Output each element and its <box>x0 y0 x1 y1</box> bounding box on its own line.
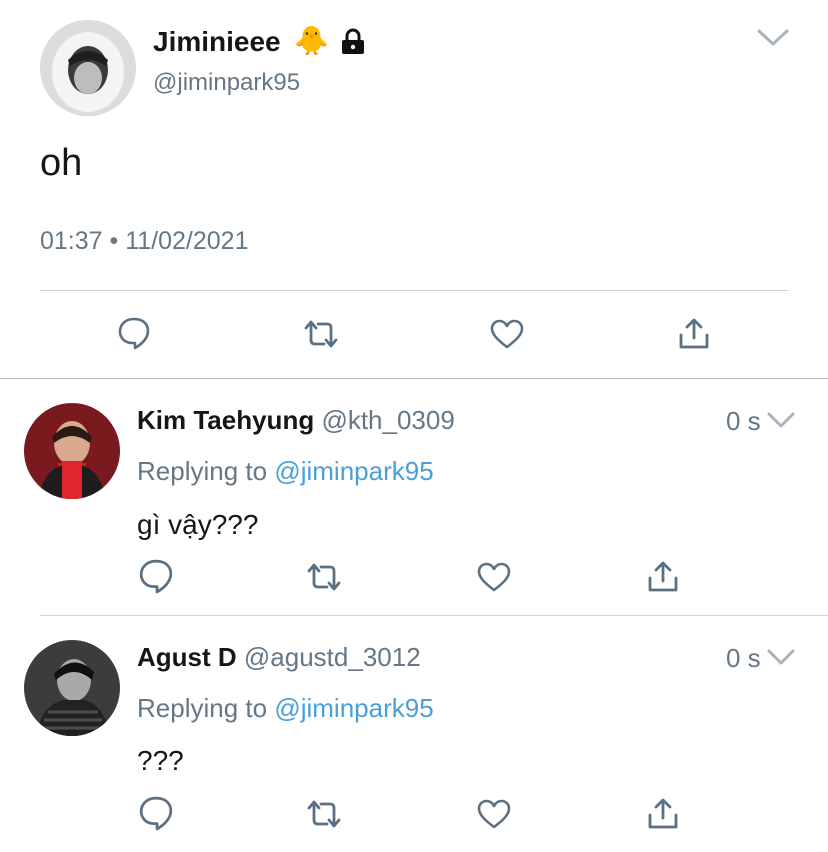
reply-display-name[interactable]: Kim Taehyung <box>137 405 314 435</box>
reply-header: Kim Taehyung @kth_0309 <box>137 405 455 435</box>
replying-to-label: Replying to <box>137 456 268 486</box>
replying-to-line: Replying to @jiminpark95 <box>137 693 434 723</box>
divider <box>40 615 828 616</box>
lock-icon <box>340 28 366 56</box>
like-icon[interactable] <box>476 798 512 830</box>
retweet-icon[interactable] <box>305 561 343 593</box>
divider <box>0 378 828 379</box>
like-icon[interactable] <box>489 318 525 350</box>
reply-time: 0 s <box>726 406 761 436</box>
like-icon[interactable] <box>476 561 512 593</box>
name-emoji: 🐥 <box>294 25 329 56</box>
reply-icon[interactable] <box>117 316 151 350</box>
reply-display-name[interactable]: Agust D <box>137 642 237 672</box>
retweet-icon[interactable] <box>305 798 343 830</box>
display-name[interactable]: Jiminieee <box>153 26 281 58</box>
reply-avatar[interactable] <box>24 640 120 736</box>
retweet-icon[interactable] <box>302 318 340 350</box>
reply-handle[interactable]: @agustd_3012 <box>244 642 421 672</box>
chevron-down-icon[interactable] <box>756 28 790 48</box>
chevron-down-icon[interactable] <box>766 647 796 667</box>
reply-header: Agust D @agustd_3012 <box>137 642 421 672</box>
chevron-down-icon[interactable] <box>766 410 796 430</box>
replying-to-line: Replying to @jiminpark95 <box>137 456 434 486</box>
reply-text: gì vậy??? <box>137 509 259 540</box>
tweet-timestamp: 01:37 • 11/02/2021 <box>40 227 249 255</box>
replying-to-handle-link[interactable]: @jiminpark95 <box>274 456 433 486</box>
tweet-text: oh <box>40 142 83 184</box>
share-icon[interactable] <box>678 316 710 350</box>
divider <box>40 290 788 291</box>
user-handle[interactable]: @jiminpark95 <box>153 69 300 97</box>
share-icon[interactable] <box>647 559 679 593</box>
share-icon[interactable] <box>647 796 679 830</box>
reply-handle[interactable]: @kth_0309 <box>321 405 454 435</box>
replying-to-handle-link[interactable]: @jiminpark95 <box>274 693 433 723</box>
reply-icon[interactable] <box>138 558 174 594</box>
replying-to-label: Replying to <box>137 693 268 723</box>
main-avatar[interactable] <box>40 20 136 116</box>
reply-icon[interactable] <box>138 795 174 831</box>
reply-time: 0 s <box>726 643 761 673</box>
reply-text: ??? <box>137 745 184 776</box>
reply-avatar[interactable] <box>24 403 120 499</box>
